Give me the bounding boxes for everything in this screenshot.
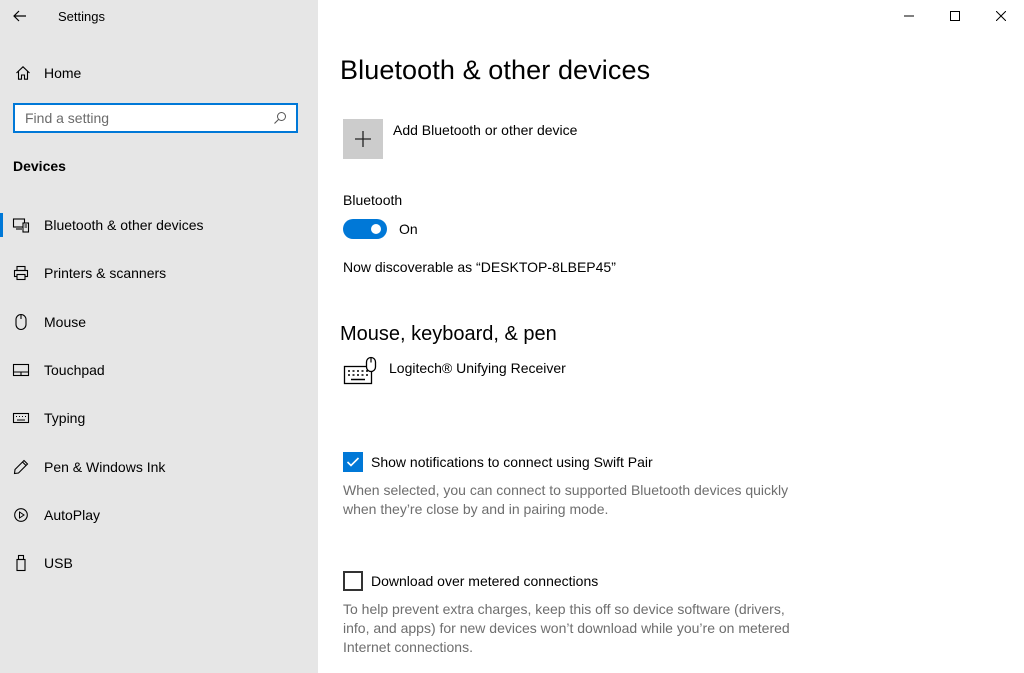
- sidebar: Settings Home Devices: [0, 0, 318, 673]
- mouse-keyboard-pen-heading: Mouse, keyboard, & pen: [340, 323, 557, 345]
- device-item[interactable]: Logitech® Unifying Receiver: [343, 356, 566, 388]
- main-content: Bluetooth & other devices Add Bluetooth …: [318, 0, 1024, 673]
- search-box[interactable]: [13, 103, 298, 133]
- metered-description: To help prevent extra charges, keep this…: [343, 601, 790, 655]
- home-icon: [13, 63, 33, 83]
- sidebar-item-usb[interactable]: USB: [0, 539, 318, 587]
- plus-icon: [355, 131, 371, 147]
- checkmark-icon: [346, 457, 360, 467]
- window-controls: [886, 0, 1024, 32]
- back-button[interactable]: [0, 0, 40, 32]
- sidebar-item-label: Printers & scanners: [44, 265, 167, 282]
- toggle-knob: [371, 224, 381, 234]
- minimize-button[interactable]: [886, 0, 932, 32]
- sidebar-nav: Bluetooth & other devices Printers & sca…: [0, 201, 318, 587]
- sidebar-item-label: Pen & Windows Ink: [44, 458, 166, 475]
- sidebar-item-printers[interactable]: Printers & scanners: [0, 249, 318, 297]
- touchpad-icon: [11, 360, 31, 380]
- sidebar-item-label: Bluetooth & other devices: [44, 217, 204, 234]
- home-label: Home: [44, 65, 82, 81]
- maximize-icon: [950, 11, 960, 21]
- sidebar-item-label: Touchpad: [44, 362, 105, 379]
- discoverable-text: Now discoverable as “DESKTOP-8LBEP45”: [343, 259, 616, 275]
- keyboard-icon: [11, 408, 31, 428]
- sidebar-item-pen[interactable]: Pen & Windows Ink: [0, 442, 318, 490]
- add-device-label[interactable]: Add Bluetooth or other device: [393, 122, 577, 138]
- bluetooth-toggle[interactable]: [343, 219, 387, 239]
- usb-icon: [11, 553, 31, 573]
- settings-window: Settings Home Devices: [0, 0, 1024, 673]
- close-icon: [996, 11, 1006, 21]
- sidebar-item-touchpad[interactable]: Touchpad: [0, 346, 318, 394]
- close-button[interactable]: [978, 0, 1024, 32]
- mouse-icon: [11, 312, 31, 332]
- device-name: Logitech® Unifying Receiver: [389, 360, 566, 376]
- autoplay-icon: [11, 505, 31, 525]
- metered-row[interactable]: Download over metered connections: [343, 571, 598, 591]
- swift-pair-description: When selected, you can connect to suppor…: [343, 482, 789, 517]
- bluetooth-devices-icon: [11, 215, 31, 235]
- page-title: Bluetooth & other devices: [340, 55, 651, 85]
- swift-pair-label: Show notifications to connect using Swif…: [371, 454, 653, 470]
- sidebar-item-label: Mouse: [44, 313, 87, 330]
- back-arrow-icon: [13, 10, 26, 22]
- sidebar-item-typing[interactable]: Typing: [0, 394, 318, 442]
- add-device-button[interactable]: [343, 119, 383, 159]
- search-icon[interactable]: [268, 106, 292, 130]
- search-input[interactable]: [15, 106, 268, 130]
- bluetooth-state-label: On: [399, 221, 418, 237]
- printer-icon: [11, 263, 31, 283]
- maximize-button[interactable]: [932, 0, 978, 32]
- sidebar-item-label: Typing: [44, 410, 86, 427]
- sidebar-item-label: AutoPlay: [44, 506, 101, 523]
- keyboard-mouse-icon: [343, 356, 377, 385]
- bluetooth-label: Bluetooth: [343, 192, 403, 208]
- app-title: Settings: [58, 8, 105, 24]
- section-title-devices: Devices: [13, 158, 66, 174]
- sidebar-item-autoplay[interactable]: AutoPlay: [0, 491, 318, 539]
- metered-label: Download over metered connections: [371, 573, 599, 589]
- sidebar-item-mouse[interactable]: Mouse: [0, 298, 318, 346]
- sidebar-item-label: USB: [44, 555, 73, 572]
- metered-checkbox[interactable]: [343, 571, 363, 591]
- minimize-icon: [904, 15, 914, 17]
- sidebar-item-bluetooth[interactable]: Bluetooth & other devices: [0, 201, 318, 249]
- pen-icon: [11, 457, 31, 477]
- swift-pair-checkbox[interactable]: [343, 452, 363, 472]
- title-bar: Settings: [0, 0, 318, 32]
- sidebar-item-home[interactable]: Home: [0, 56, 318, 90]
- swift-pair-row[interactable]: Show notifications to connect using Swif…: [343, 452, 653, 472]
